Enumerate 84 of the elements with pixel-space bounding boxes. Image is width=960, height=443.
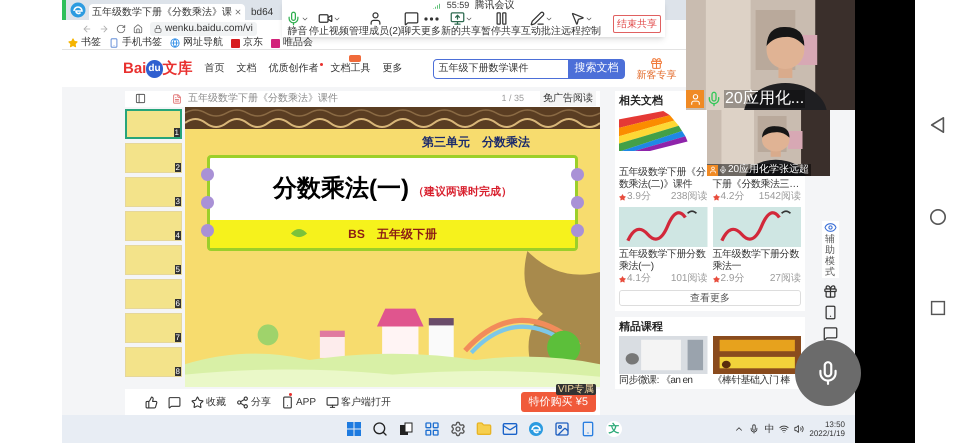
related-document[interactable]: 五年级数学下册分数乘法一 2.9分 27阅读: [712, 207, 801, 285]
read-count: 238阅读: [670, 191, 708, 203]
slide-thumbnail[interactable]: 6: [125, 278, 182, 309]
search-button[interactable]: 搜索文档: [568, 58, 625, 78]
slide-thumbnail[interactable]: 3: [125, 176, 182, 207]
logo[interactable]: Bai du 文库: [123, 60, 193, 78]
bookmark-link[interactable]: 网址导航: [183, 37, 223, 49]
url-text: wenku.baidu.com/vi: [165, 22, 253, 34]
nav-link[interactable]: 文档: [236, 62, 257, 74]
bookmark-link[interactable]: 书签: [81, 37, 101, 49]
edition-label: BS 五年级下册: [348, 226, 437, 243]
address-field[interactable]: wenku.baidu.com/vi: [150, 22, 257, 36]
page-number: 7: [174, 332, 181, 342]
rating-text: 4.1分: [627, 273, 651, 285]
document-title: 五年级数学下册分数乘法(一): [619, 249, 706, 272]
slide-thumbnail[interactable]: 1: [125, 108, 182, 139]
unit-heading: 第三单元 分数乘法: [422, 134, 530, 151]
document-title: 五年级数学下册《分数乘法(二)》课件: [619, 167, 706, 190]
page-number: 3: [174, 196, 181, 206]
section-heading: 相关文档: [619, 94, 663, 108]
clock[interactable]: 13:50 2022/1/19: [809, 420, 845, 438]
meeting-control[interactable]: 新的共享: [441, 11, 482, 37]
meeting-timer: 55:59: [446, 0, 470, 11]
meeting-control[interactable]: 更多: [421, 12, 442, 36]
end-share-button[interactable]: 结束共享: [613, 15, 661, 33]
read-count: 1542阅读: [758, 191, 801, 203]
action-link[interactable]: 收藏: [206, 394, 226, 410]
course-title: 《棒针基础入门 棒: [712, 375, 790, 387]
rating-text: 3.9分: [627, 191, 651, 203]
slide-thumbnail[interactable]: 2: [125, 142, 182, 173]
related-document[interactable]: 五年级数学下册分数乘法(一) 4.1分 101阅读: [619, 207, 708, 285]
rating-text: 4.2分: [720, 191, 744, 203]
slide-note: （建议两课时完成）: [412, 184, 512, 200]
nav-link[interactable]: 首页: [204, 62, 225, 74]
view-more-button[interactable]: 查看更多: [619, 290, 801, 306]
meeting-control[interactable]: 管理成员(2): [349, 11, 402, 37]
meeting-control[interactable]: 暂停共享: [481, 11, 522, 37]
action-link[interactable]: APP: [296, 394, 316, 410]
action-link[interactable]: 分享: [251, 394, 271, 410]
slide-thumbnail[interactable]: 7: [125, 312, 182, 343]
related-document[interactable]: 下册《分数乘法三… 4.2分 1542阅读: [712, 179, 801, 203]
document-title: 下册《分数乘法三…: [712, 179, 800, 190]
page-number: 5: [174, 264, 181, 274]
read-count: 27阅读: [770, 273, 801, 285]
tab-title: bd64: [251, 6, 274, 20]
browser-tab[interactable]: 五年级数学下册《分数乘法》课: [89, 4, 245, 20]
nav-link[interactable]: 文档工具: [330, 62, 371, 74]
slide-title: 分数乘法(一): [273, 174, 409, 204]
ad-free-link[interactable]: 免广告阅读: [540, 91, 596, 106]
nav-link[interactable]: 更多: [382, 62, 403, 74]
page-number: 8: [174, 366, 181, 376]
course-item[interactable]: 《棒针基础入门 棒: [712, 336, 801, 387]
meeting-control[interactable]: 聊天: [401, 11, 422, 37]
search-field[interactable]: 五年级下册数学课件: [432, 58, 569, 78]
bookmark-link[interactable]: 手机书签: [122, 37, 162, 49]
browser-tab[interactable]: bd64: [248, 4, 276, 20]
meeting-control[interactable]: 静音: [286, 11, 309, 37]
page-number: 4: [174, 230, 181, 240]
slide-thumbnail[interactable]: 8: [125, 346, 182, 377]
slide-thumbnail[interactable]: 4: [125, 210, 182, 241]
read-count: 101阅读: [670, 273, 708, 285]
participant-name: 20应用化学张远超: [728, 164, 810, 176]
page-number: 2: [174, 162, 181, 172]
document-title: 五年级数学下册分数乘法一: [712, 249, 800, 272]
page-number: 1: [174, 128, 180, 137]
meeting-control[interactable]: 远程控制: [561, 11, 602, 37]
document-title: 五年级数学下册《分数乘法》课件: [188, 92, 338, 105]
rating-text: 2.9分: [720, 273, 744, 285]
page-indicator: 1 / 35: [501, 92, 524, 106]
course-item[interactable]: 同步微课: 《an en: [619, 336, 708, 387]
nav-link[interactable]: 优质创作者: [268, 62, 319, 74]
ime-indicator[interactable]: 中: [764, 422, 774, 436]
action-link[interactable]: 客户端打开: [341, 394, 392, 410]
meeting-control[interactable]: 停止视频: [309, 11, 349, 37]
vip-badge: VIP专属: [556, 384, 596, 396]
tab-title: 五年级数学下册《分数乘法》课: [92, 6, 232, 20]
meeting-control[interactable]: 互动批注: [521, 11, 562, 37]
bookmark-link[interactable]: 唯品会: [283, 37, 313, 49]
assist-mode-button[interactable]: 辅助模式: [822, 221, 838, 278]
page-number: 6: [174, 298, 181, 308]
course-title: 同步微课: 《an en: [619, 375, 692, 387]
slide-thumbnail[interactable]: 5: [125, 244, 182, 275]
bookmark-link[interactable]: 京东: [243, 37, 263, 49]
section-heading: 精品课程: [619, 320, 663, 334]
